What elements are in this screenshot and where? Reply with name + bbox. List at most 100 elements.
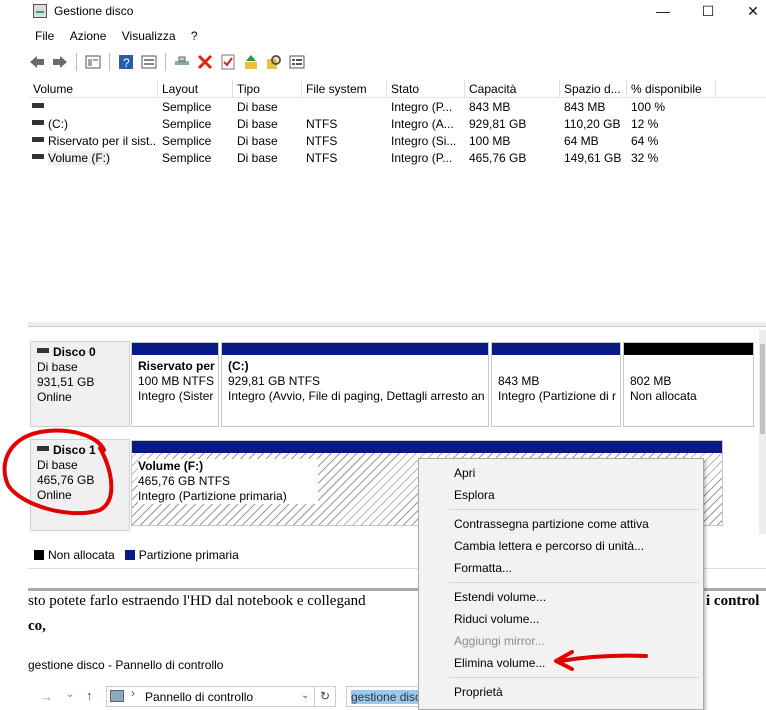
scrollbar-thumb[interactable] [760,344,765,434]
col-header-volume[interactable]: Volume [29,80,158,98]
table-row[interactable]: Volume (F:) Semplice Di base NTFS Integr… [29,150,729,167]
table-row[interactable]: (C:) Semplice Di base NTFS Integro (A...… [29,116,729,133]
col-header-disponibile[interactable]: % disponibile [627,80,716,98]
col-header-tipo[interactable]: Tipo [233,80,302,98]
disk-icon [37,348,49,354]
partition-title: Riservato per [138,359,215,373]
file-system-cell: NTFS [306,117,338,131]
volume-table-header: Volume Layout Tipo File system Stato Cap… [29,80,766,98]
volume-cell [32,99,157,116]
drive-icon [32,137,44,143]
maximize-button[interactable]: ☐ [685,0,731,22]
layout-cell: Semplice [162,117,212,131]
disk1-type: Di base [37,458,78,472]
disk0-status: Online [37,390,72,404]
partition-status: Integro (Partizione primaria) [138,489,287,503]
stato-cell: Integro (A... [391,117,454,131]
partition-status: Non allocata [630,389,697,403]
properties-icon[interactable] [84,53,102,71]
primary-partition-bar [132,441,722,453]
close-button[interactable]: ✕ [730,0,766,22]
disk0-name: Disco 0 [53,345,96,359]
disk0-type: Di base [37,360,78,374]
disk1-size: 465,76 GB [37,473,95,487]
col-header-file-system[interactable]: File system [302,80,387,98]
menu-azione[interactable]: Azione [70,27,107,45]
stato-cell: Integro (P... [391,151,453,165]
toolbar: ? [28,51,306,73]
menu-item-apri[interactable]: Apri [454,465,475,481]
menu-item-format[interactable]: Formatta... [454,560,512,576]
stato-cell: Integro (Si... [391,134,457,148]
chevron-down-icon[interactable]: ⌄ [66,689,74,700]
connect-icon[interactable] [173,53,191,71]
toolbar-separator [76,53,77,71]
drive-icon [32,103,44,109]
table-row[interactable]: Semplice Di base Integro (P... 843 MB 84… [29,99,729,116]
up-arrow-icon[interactable]: ↑ [86,688,93,703]
disk0-label[interactable]: Disco 0 Di base 931,51 GB Online [30,341,130,427]
help-icon[interactable]: ? [117,53,135,71]
forward-arrow-icon[interactable] [51,53,69,71]
volume-cell: Riservato per il sist... [32,133,157,150]
table-row[interactable]: Riservato per il sist... Semplice Di bas… [29,133,729,150]
partition-status: Integro (Sister [138,389,214,403]
file-system-cell: NTFS [306,151,338,165]
minimize-button[interactable]: — [640,0,686,22]
search-field[interactable]: gestione disc [346,686,426,707]
partition-c[interactable]: (C:) 929,81 GB NTFS Integro (Avvio, File… [221,342,489,427]
chevron-down-icon[interactable]: ⌄ [301,690,309,701]
file-system-cell: NTFS [306,134,338,148]
disk1-label[interactable]: Disco 1 Di base 465,76 GB Online [30,439,130,531]
list-icon[interactable] [288,53,306,71]
drive-icon [32,120,44,126]
partition-size: 802 MB [630,374,672,388]
back-icon[interactable]: → [40,689,53,704]
disk1-status: Online [37,488,72,502]
unallocated-space[interactable]: 802 MB Non allocata [623,342,754,427]
menu-item-extend-volume[interactable]: Estendi volume... [454,589,546,605]
disk-management-icon [33,4,47,18]
back-arrow-icon[interactable] [28,53,46,71]
disponibile-cell: 64 % [631,134,659,148]
partition-size: 465,76 GB NTFS [138,474,231,488]
delete-icon[interactable] [196,53,214,71]
partition-reserved[interactable]: Riservato per 100 MB NTFS Integro (Siste… [131,342,219,427]
partition-recovery[interactable]: 843 MB Integro (Partizione di r [491,342,621,427]
search-icon[interactable] [265,53,283,71]
svg-text:?: ? [123,56,130,70]
disponibile-cell: 32 % [631,151,659,165]
title-bar: Gestione disco — ☐ ✕ [0,0,766,24]
stato-cell: Integro (P... [391,100,453,114]
breadcrumb-chevron-icon: › [131,686,135,700]
menu-item-esplora[interactable]: Esplora [454,487,495,503]
disponibile-cell: 12 % [631,117,659,131]
address-field[interactable]: › Pannello di controllo ⌄ [106,686,332,707]
legend-primary: Partizione primaria [138,548,239,562]
capacita-cell: 929,81 GB [469,117,527,131]
spazio-cell: 843 MB [564,100,606,114]
menu-item-delete-volume[interactable]: Elimina volume... [454,655,545,671]
menu-visualizza[interactable]: Visualizza [122,27,176,45]
menu-item-mark-active[interactable]: Contrassegna partizione come attiva [454,516,649,532]
refresh-icon[interactable]: ↻ [314,686,336,707]
console-icon[interactable] [140,53,158,71]
spazio-cell: 64 MB [564,134,599,148]
col-header-capacita[interactable]: Capacità [465,80,560,98]
up-icon[interactable] [242,53,260,71]
spazio-cell: 110,20 GB [564,117,621,131]
col-header-layout[interactable]: Layout [158,80,233,98]
col-header-stato[interactable]: Stato [387,80,465,98]
menu-file[interactable]: File [35,27,54,45]
col-header-spazio[interactable]: Spazio d... [560,80,627,98]
check-icon[interactable] [219,53,237,71]
menu-item-change-letter[interactable]: Cambia lettera e percorso di unità... [454,538,644,554]
tipo-cell: Di base [237,117,278,131]
unallocated-bar [624,343,753,355]
menu-item-properties[interactable]: Proprietà [454,684,503,700]
capacita-cell: 100 MB [469,134,511,148]
menu-item-shrink-volume[interactable]: Riduci volume... [454,611,539,627]
tipo-cell: Di base [237,100,278,114]
volume-cell: (C:) [32,116,157,133]
menu-help[interactable]: ? [191,27,198,45]
